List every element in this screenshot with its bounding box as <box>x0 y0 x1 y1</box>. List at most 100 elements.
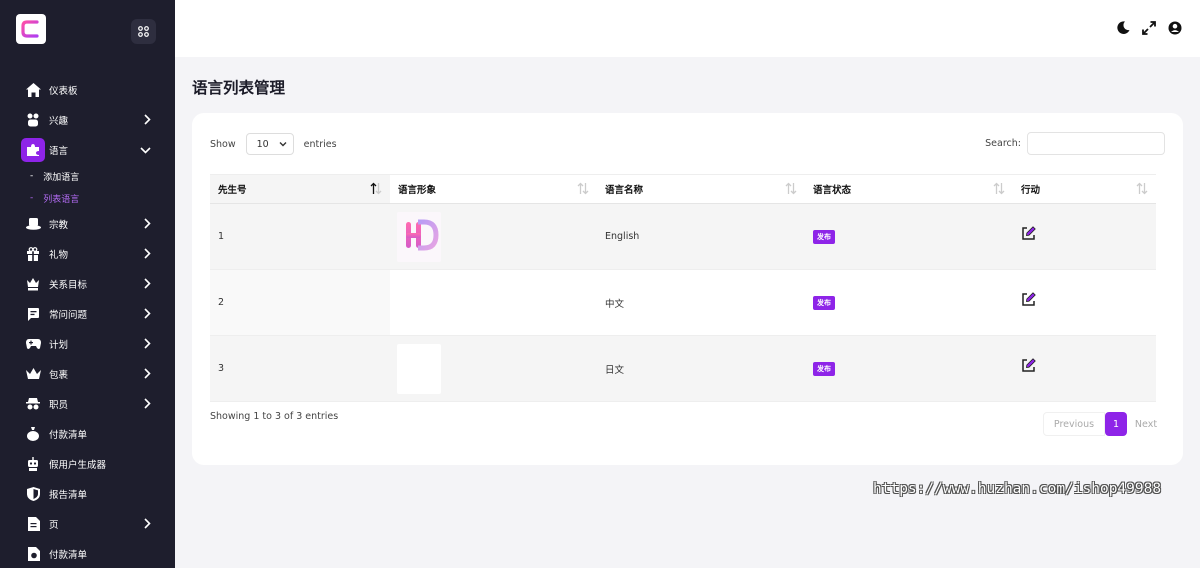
apps-grid-button[interactable] <box>131 19 156 44</box>
column-header-label: 语言状态 <box>813 185 852 196</box>
cell-name: 日文 <box>597 335 805 402</box>
page-title: 语言列表管理 <box>192 79 286 97</box>
column-header-image[interactable]: 语言形象 <box>390 174 597 204</box>
chevron-right-icon <box>144 368 151 379</box>
sidebar-item-payout-list[interactable]: 付款清单 <box>0 539 175 568</box>
column-header-status[interactable]: 语言状态 <box>805 174 1013 204</box>
sidebar-item-relationship-goals[interactable]: 关系目标 <box>0 269 175 299</box>
page-icon <box>24 515 42 533</box>
language-table: 先生号 语言形象 语言名称 语言状态 行动 1 English 发布 2 中文 … <box>210 174 1156 402</box>
entries-label: entries <box>303 138 337 150</box>
sidebar-item-label: 语言 <box>49 146 69 157</box>
sidebar: 仪表板 兴趣 语言 - 添加语言 - 列表语言 宗教 礼物 关系目标 常问问题 … <box>0 0 175 568</box>
pagination: Previous 1 Next <box>1043 412 1165 436</box>
sidebar-item-fake-user-generator[interactable]: 假用户生成器 <box>0 449 175 479</box>
sidebar-item-faq[interactable]: 常问问题 <box>0 299 175 329</box>
sidebar-item-label: 常问问题 <box>49 310 88 321</box>
robot-icon <box>24 455 42 473</box>
sidebar-item-label: 包裹 <box>49 370 69 381</box>
show-label: Show <box>210 138 236 150</box>
column-header-label: 语言名称 <box>605 185 644 196</box>
table-row: 3 日文 发布 <box>210 335 1156 402</box>
sort-asc-icon <box>370 182 382 195</box>
sidebar-subitem-label: 列表语言 <box>43 194 80 205</box>
status-badge: 发布 <box>813 229 835 244</box>
cell-number: 1 <box>210 203 390 270</box>
sort-icon <box>993 182 1005 195</box>
search-input[interactable] <box>1027 132 1165 155</box>
sidebar-item-plans[interactable]: 计划 <box>0 329 175 359</box>
language-list-card: Show 10 entries Search: 先生号 语言形象 语言名称 语言… <box>192 113 1183 465</box>
sidebar-item-payments[interactable]: 付款清单 <box>0 419 175 449</box>
cell-image <box>390 269 597 336</box>
chevron-right-icon <box>144 248 151 259</box>
sidebar-item-reports[interactable]: 报告清单 <box>0 479 175 509</box>
chevron-right-icon <box>144 308 151 319</box>
puzzle-icon <box>21 138 45 162</box>
column-header-label: 语言形象 <box>398 185 437 196</box>
edit-icon[interactable] <box>1021 291 1036 307</box>
payout-icon <box>24 545 42 563</box>
chevron-down-icon <box>140 147 151 154</box>
cell-status: 发布 <box>805 203 1013 270</box>
sidebar-item-interests[interactable]: 兴趣 <box>0 105 175 135</box>
pagination-previous-button[interactable]: Previous <box>1043 412 1105 436</box>
sidebar-item-label: 假用户生成器 <box>49 460 107 471</box>
interests-icon <box>24 111 42 129</box>
cell-name: 中文 <box>597 269 805 336</box>
sidebar-item-packages[interactable]: 包裹 <box>0 359 175 389</box>
sidebar-item-label: 付款清单 <box>49 550 88 561</box>
sidebar-item-pages[interactable]: 页 <box>0 509 175 539</box>
language-image-hd-logo <box>397 211 441 262</box>
sidebar-item-dashboard[interactable]: 仪表板 <box>0 75 175 105</box>
sort-icon <box>785 182 797 195</box>
sidebar-item-label: 礼物 <box>49 250 69 261</box>
entries-select-value: 10 <box>256 138 269 150</box>
sidebar-item-language[interactable]: 语言 <box>0 135 175 165</box>
chevron-right-icon <box>144 278 151 289</box>
search-label: Search: <box>985 138 1021 149</box>
cell-action <box>1013 335 1156 402</box>
cell-number: 3 <box>210 335 390 402</box>
fullscreen-expand-icon[interactable] <box>1142 21 1156 35</box>
column-header-action[interactable]: 行动 <box>1013 174 1156 204</box>
table-info: Showing 1 to 3 of 3 entries <box>210 411 339 422</box>
table-row: 2 中文 发布 <box>210 269 1156 336</box>
hat-icon <box>24 215 42 233</box>
cell-image <box>390 203 597 270</box>
user-profile-icon[interactable] <box>1168 21 1182 35</box>
watermark-text: https://www.huzhan.com/ishop49988 <box>873 481 1162 497</box>
column-header-number[interactable]: 先生号 <box>210 174 390 204</box>
cell-status: 发布 <box>805 335 1013 402</box>
edit-icon[interactable] <box>1021 225 1036 241</box>
sidebar-nav: 仪表板 兴趣 语言 - 添加语言 - 列表语言 宗教 礼物 关系目标 常问问题 … <box>0 75 175 568</box>
sidebar-subitem-list-language[interactable]: - 列表语言 <box>0 187 175 209</box>
pagination-next-button[interactable]: Next <box>1127 412 1165 436</box>
sidebar-item-label: 报告清单 <box>49 490 88 501</box>
sidebar-item-label: 职员 <box>49 400 69 411</box>
sidebar-item-gifts[interactable]: 礼物 <box>0 239 175 269</box>
cell-action <box>1013 269 1156 336</box>
home-icon <box>24 81 42 99</box>
grid-icon <box>138 26 149 37</box>
table-search: Search: <box>985 132 1165 155</box>
entries-select[interactable]: 10 <box>245 133 294 155</box>
column-header-label: 先生号 <box>218 185 247 196</box>
sidebar-item-label: 付款清单 <box>49 430 88 441</box>
dark-mode-moon-icon[interactable] <box>1117 21 1130 34</box>
cell-name: English <box>597 203 805 270</box>
chevron-down-icon <box>279 142 287 147</box>
chevron-right-icon <box>144 398 151 409</box>
staff-icon <box>24 395 42 413</box>
sidebar-item-staff[interactable]: 职员 <box>0 389 175 419</box>
cell-status: 发布 <box>805 269 1013 336</box>
column-header-name[interactable]: 语言名称 <box>597 174 805 204</box>
chevron-right-icon <box>144 338 151 349</box>
edit-icon[interactable] <box>1021 357 1036 373</box>
sidebar-item-label: 页 <box>49 520 59 531</box>
sidebar-item-religion[interactable]: 宗教 <box>0 209 175 239</box>
pagination-page-button[interactable]: 1 <box>1105 412 1127 436</box>
sidebar-subitem-add-language[interactable]: - 添加语言 <box>0 165 175 187</box>
column-header-label: 行动 <box>1021 185 1041 196</box>
app-logo[interactable] <box>16 14 46 44</box>
